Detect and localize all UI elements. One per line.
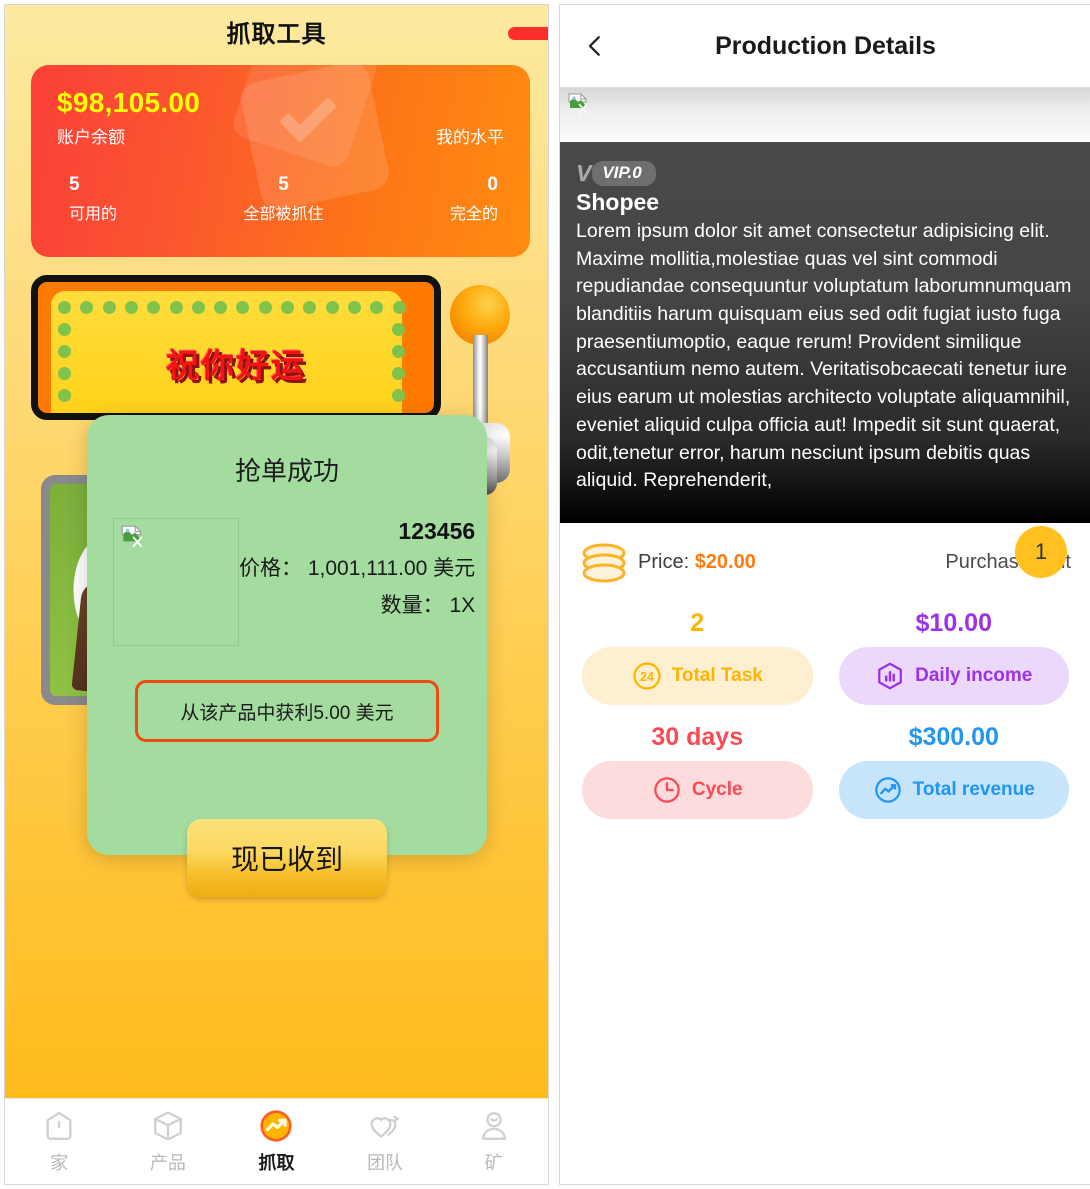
stat-cycle-label: Cycle [691, 778, 743, 800]
task-24-icon: 24 [633, 662, 661, 690]
stat-all-caught: 5 全部被抓住 [212, 174, 355, 224]
stat-all-caught-value: 5 [278, 174, 289, 195]
balance-stats: 5 可用的 5 全部被抓住 0 完全的 [57, 174, 504, 224]
stat-cycle: 30 days Cycle [582, 723, 813, 819]
stat-daily-income: $10.00 Daily income [838, 608, 1069, 705]
product-stats-grid: 2 24 Total Task $10.00 Daily income 30 d… [560, 597, 1090, 819]
production-details-panel: Production Details V VIP.0 Shopee Lorem … [559, 4, 1090, 1185]
price-value: $20.00 [694, 551, 756, 574]
nav-label-grab: 抓取 [258, 1152, 295, 1173]
stat-total-task-pill[interactable]: 24 Total Task [582, 646, 813, 705]
coin-stack-icon [582, 543, 626, 583]
stat-total-revenue-pill[interactable]: Total revenue [838, 760, 1069, 819]
stat-daily-income-value: $10.00 [915, 608, 992, 637]
nav-item-team[interactable]: 团队 [331, 1109, 440, 1175]
team-heart-icon [370, 1115, 400, 1138]
my-level-label[interactable]: 我的水平 [436, 123, 504, 148]
stat-total-task-label: Total Task [671, 664, 763, 686]
broken-image-icon [121, 525, 143, 548]
stat-all-caught-label: 全部被抓住 [243, 206, 324, 223]
balance-label: 账户余额 [57, 128, 125, 147]
nav-label-mine: 矿 [484, 1152, 503, 1173]
vip-v-glyph: V [576, 160, 591, 186]
broken-image-icon [568, 93, 588, 114]
dialog-profit-box: 从该产品中获利5.00 美元 [135, 680, 439, 742]
price-row: Price: $20.00 Purchase limit 1 [560, 523, 1090, 597]
nav-label-team: 团队 [367, 1152, 404, 1173]
line-chart-circle-icon [874, 777, 901, 803]
stat-available-label: 可用的 [69, 206, 118, 223]
details-title: Production Details [715, 31, 936, 60]
receive-now-button[interactable]: 现已收到 [187, 819, 387, 897]
order-success-dialog: 抢单成功 123456 价格： 1,001,111.00 美元 数量： 1X 从… [87, 415, 487, 897]
grab-icon [260, 1109, 293, 1142]
nav-item-home[interactable]: 家 [5, 1109, 114, 1175]
nav-item-mine[interactable]: 矿 [439, 1109, 548, 1175]
chevron-left-icon[interactable] [580, 31, 610, 61]
stat-daily-income-label: Daily income [915, 664, 1033, 686]
mine-icon [481, 1111, 506, 1140]
svg-text:24: 24 [640, 670, 654, 684]
dialog-title: 抢单成功 [234, 456, 339, 486]
balance-amount: $98,105.00 [57, 87, 201, 118]
nav-item-grab[interactable]: 抓取 [222, 1109, 331, 1175]
product-description-block: V VIP.0 Shopee Lorem ipsum dolor sit ame… [560, 142, 1090, 523]
stat-available: 5 可用的 [57, 174, 212, 224]
app-screen: 抓取工具 $98,105.00 账户余额 我的水平 5 可用的 5 全部被抓住 [0, 0, 1090, 1189]
home-icon [46, 1111, 72, 1140]
product-description-text: Lorem ipsum dolor sit amet consectetur a… [576, 220, 1072, 492]
stat-complete-value: 0 [487, 174, 498, 195]
stat-complete-label: 完全的 [449, 206, 498, 223]
nav-item-product[interactable]: 产品 [114, 1109, 223, 1175]
purchase-limit-badge: 1 [1015, 525, 1067, 578]
dialog-price-line: 价格： 1,001,111.00 美元 [239, 557, 476, 580]
grab-tool-panel: 抓取工具 $98,105.00 账户余额 我的水平 5 可用的 5 全部被抓住 [4, 4, 549, 1185]
cube-icon [154, 1110, 182, 1141]
stat-total-revenue-label: Total revenue [912, 778, 1035, 800]
vip-badge: V VIP.0 [576, 160, 1075, 187]
dialog-product-thumb [113, 518, 239, 646]
stat-complete: 0 完全的 [355, 174, 504, 224]
price-label: Price: [638, 551, 690, 574]
stat-cycle-pill[interactable]: Cycle [582, 760, 813, 819]
details-header: Production Details [560, 5, 1090, 87]
nav-label-home: 家 [50, 1152, 69, 1173]
product-banner [560, 87, 1090, 142]
bottom-navigation: 家 产品 抓取 团队 矿 [5, 1098, 548, 1184]
stat-total-revenue-value: $300.00 [908, 722, 999, 751]
stat-daily-income-pill[interactable]: Daily income [838, 646, 1069, 705]
price-text: Price: $20.00 [638, 551, 756, 574]
stat-total-task-value: 2 [690, 608, 705, 637]
clock-icon [654, 777, 680, 803]
stat-total-task: 2 24 Total Task [582, 609, 813, 705]
dialog-quantity-line: 数量： 1X [380, 594, 476, 617]
nav-label-product: 产品 [149, 1152, 186, 1173]
vip-level-label: VIP.0 [592, 161, 656, 186]
dialog-order-code: 123456 [398, 518, 476, 544]
stat-available-value: 5 [69, 174, 80, 195]
product-name: Shopee [576, 189, 660, 215]
stat-cycle-value: 30 days [651, 722, 744, 751]
stat-total-revenue: $300.00 Total revenue [838, 722, 1069, 819]
bar-chart-hex-icon [878, 662, 903, 690]
